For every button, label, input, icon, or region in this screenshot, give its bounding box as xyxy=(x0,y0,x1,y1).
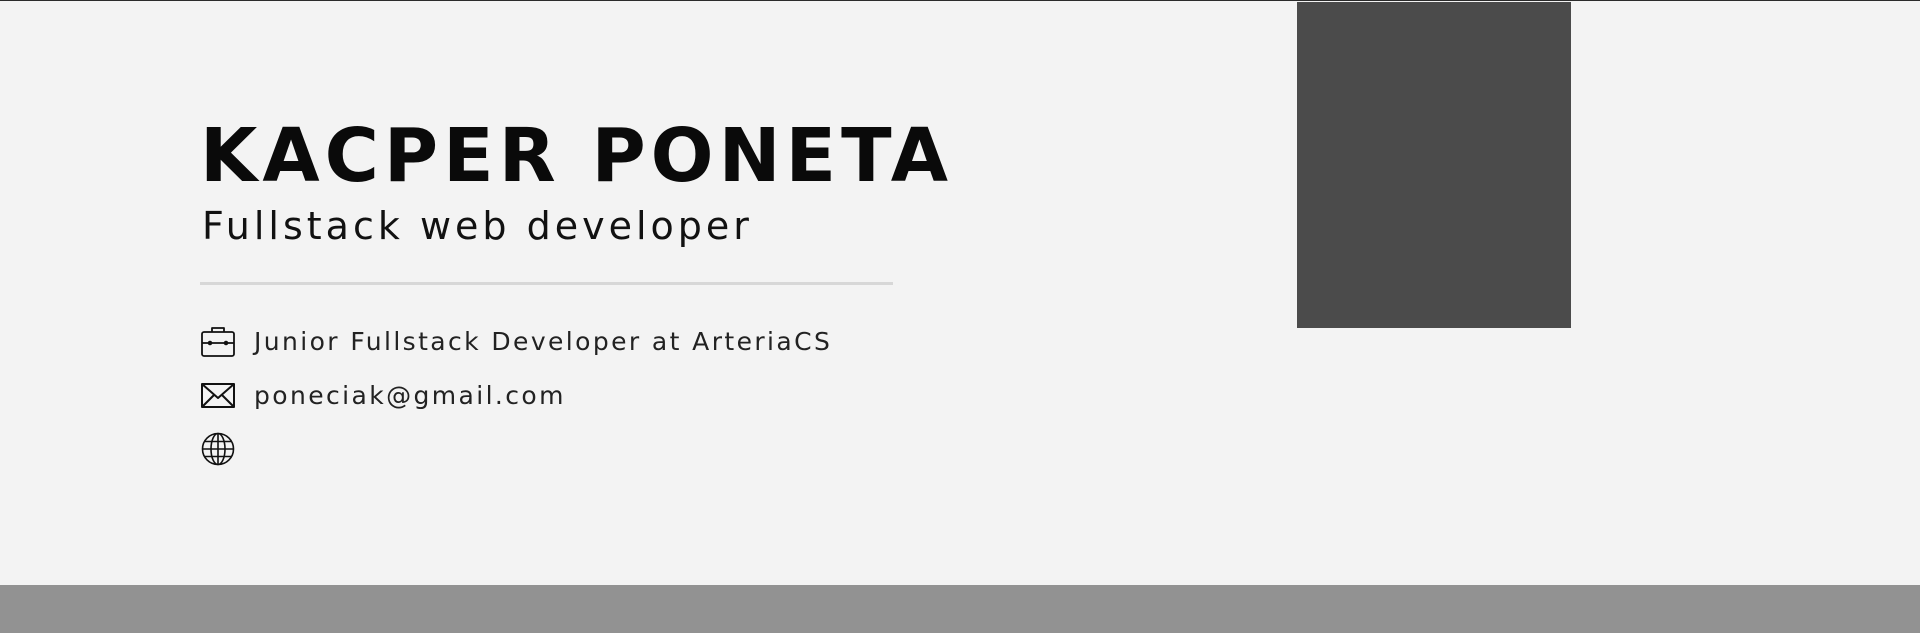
briefcase-icon xyxy=(200,323,236,359)
profile-name: KACPER PONETA xyxy=(200,113,954,199)
profile-photo-placeholder xyxy=(1297,2,1571,328)
contact-job: Junior Fullstack Developer at ArteriaCS xyxy=(200,323,832,359)
contact-website[interactable] xyxy=(200,431,254,467)
profile-header: KACPER PONETA Fullstack web developer Ju… xyxy=(0,1,1920,585)
email-link[interactable]: poneciak@gmail.com xyxy=(254,381,566,410)
contact-email[interactable]: poneciak@gmail.com xyxy=(200,377,566,413)
envelope-icon xyxy=(200,377,236,413)
footer-band xyxy=(0,585,1920,633)
globe-icon xyxy=(200,431,236,467)
profile-title: Fullstack web developer xyxy=(202,204,753,248)
divider xyxy=(200,282,893,285)
job-text: Junior Fullstack Developer at ArteriaCS xyxy=(254,326,833,356)
